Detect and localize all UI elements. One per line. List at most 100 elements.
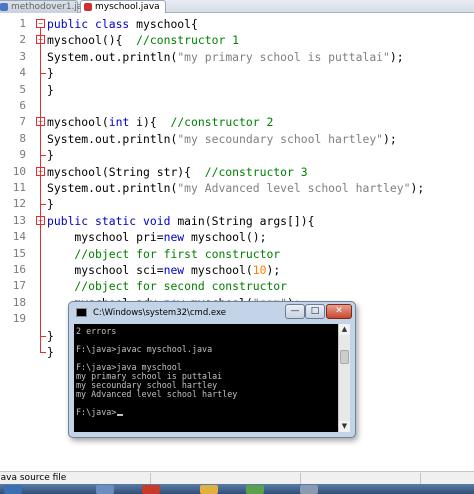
code-text: myschool(int i){ //constructor 2 bbox=[47, 114, 273, 130]
console-line: F:\java> bbox=[76, 407, 124, 417]
code-line[interactable]: 4} bbox=[0, 65, 474, 81]
code-token: } bbox=[47, 66, 54, 81]
code-line[interactable]: 16 myschool sci=new myschool(10); bbox=[0, 262, 474, 278]
code-token: System.out.println( bbox=[47, 181, 178, 195]
fold-end-marker bbox=[40, 204, 46, 206]
code-line[interactable]: 7 myschool(int i){ //constructor 2 bbox=[0, 114, 474, 130]
code-text: myschool sci=new myschool(10); bbox=[47, 262, 280, 278]
code-line[interactable]: 6 bbox=[0, 98, 474, 114]
code-line[interactable]: 11 System.out.println("my Advanced level … bbox=[0, 180, 474, 196]
scroll-thumb[interactable] bbox=[340, 350, 349, 364]
code-text: System.out.println("my secoundary school… bbox=[47, 131, 397, 147]
taskbar-app-icon[interactable] bbox=[300, 485, 318, 494]
status-divider bbox=[420, 473, 421, 484]
code-line[interactable]: 2 myschool(){ //constructor 1 bbox=[0, 32, 474, 48]
console-line: my Advanced level school hartley bbox=[76, 390, 237, 399]
code-keyword: int bbox=[108, 115, 130, 130]
code-text: System.out.println("my primary school is… bbox=[47, 49, 404, 65]
code-keyword: new bbox=[163, 230, 185, 245]
code-token: System.out.println( bbox=[47, 49, 178, 64]
code-token: myschool(String str){ bbox=[47, 164, 205, 179]
code-token: } bbox=[47, 148, 54, 163]
code-string: "my primary school is puttalai" bbox=[177, 49, 390, 64]
code-text: myschool pri=new myschool(); bbox=[47, 229, 266, 245]
code-token: i){ bbox=[129, 115, 171, 130]
code-comment: //object for first constructor bbox=[47, 246, 281, 261]
code-token: System.out.println( bbox=[47, 131, 178, 146]
code-token: ); bbox=[266, 263, 281, 277]
code-text: public class myschool{ bbox=[47, 16, 198, 32]
file-type-label: Java source file bbox=[0, 473, 67, 483]
console-line: F:\java>javac myschool.java bbox=[76, 345, 212, 354]
maximize-button[interactable]: □ bbox=[305, 304, 325, 319]
taskbar-app-icon[interactable] bbox=[96, 485, 114, 494]
start-icon[interactable] bbox=[4, 485, 22, 494]
taskbar-app-icon[interactable] bbox=[142, 485, 160, 494]
console-scrollbar[interactable]: ▲ ▼ bbox=[338, 324, 350, 432]
minimize-button[interactable]: — bbox=[285, 304, 305, 319]
line-number: 8 bbox=[19, 131, 26, 145]
cmd-title: C:\Windows\system32\cmd.exe bbox=[93, 308, 227, 318]
console-text: F:\java> bbox=[76, 407, 117, 417]
scroll-up-icon[interactable]: ▲ bbox=[339, 324, 350, 335]
line-number: 14 bbox=[12, 230, 26, 244]
line-number: 6 bbox=[19, 99, 26, 112]
code-token: myschool( bbox=[47, 115, 109, 130]
tab-bar: methodover1.java myschool.java bbox=[0, 0, 474, 13]
code-comment: //object for second constructor bbox=[47, 279, 288, 294]
line-number: 4 bbox=[19, 66, 26, 80]
code-string: "my secoundary school hartley" bbox=[177, 131, 384, 146]
code-line[interactable]: 1 public class myschool{ bbox=[0, 16, 474, 32]
code-token: } bbox=[47, 328, 54, 343]
line-number: 2 bbox=[19, 33, 26, 47]
code-line[interactable]: 10 myschool(String str){ //constructor 3 bbox=[0, 164, 474, 180]
console-output[interactable]: 2 errors F:\java>javac myschool.java F:\ja… bbox=[74, 324, 350, 432]
line-number: 5 bbox=[19, 82, 26, 96]
code-token: } bbox=[47, 345, 54, 359]
code-comment: //constructor 3 bbox=[204, 164, 308, 179]
code-token: myschool pri= bbox=[47, 230, 164, 245]
code-text: myschool(String str){ //constructor 3 bbox=[47, 164, 308, 180]
code-line[interactable]: 17 //object for second constructor bbox=[0, 278, 474, 294]
code-line[interactable]: 15 //object for first constructor bbox=[0, 246, 474, 262]
taskbar-app-icon[interactable] bbox=[246, 485, 264, 494]
code-line[interactable]: 14 myschool pri=new myschool(); bbox=[0, 229, 474, 245]
cmd-window[interactable]: C:\Windows\system32\cmd.exe — □ ✕ 2 erro… bbox=[68, 301, 356, 438]
code-token: ); bbox=[410, 181, 425, 195]
fold-end-marker bbox=[40, 352, 46, 353]
tab-methodover1[interactable]: methodover1.java bbox=[0, 0, 93, 13]
code-line[interactable]: 9} bbox=[0, 147, 474, 163]
code-line[interactable]: 12} bbox=[0, 196, 474, 212]
fold-end-marker bbox=[40, 155, 46, 157]
code-token: myschool{ bbox=[136, 17, 198, 31]
status-bar: Java source file bbox=[0, 471, 474, 484]
line-number: 10 bbox=[12, 164, 26, 178]
console-text: 2 errors bbox=[76, 326, 117, 336]
file-modified-icon bbox=[84, 3, 92, 11]
code-line[interactable]: 13 public static void main(String args[])… bbox=[0, 213, 474, 229]
code-line[interactable]: 3 System.out.println("my primary school i… bbox=[0, 49, 474, 65]
code-text: System.out.println("my Advanced level sc… bbox=[47, 180, 424, 196]
code-line[interactable]: 5} bbox=[0, 82, 474, 98]
status-divider bbox=[150, 473, 151, 484]
line-number: 7 bbox=[19, 115, 26, 129]
close-button[interactable]: ✕ bbox=[326, 304, 352, 319]
scroll-down-icon[interactable]: ▼ bbox=[339, 421, 350, 432]
fold-toggle-icon[interactable]: − bbox=[36, 19, 45, 28]
taskbar-app-icon[interactable] bbox=[200, 485, 218, 494]
code-text: } bbox=[47, 65, 54, 81]
line-number: 1 bbox=[19, 17, 26, 30]
code-token: ); bbox=[389, 49, 404, 64]
code-number: 10 bbox=[252, 263, 267, 277]
console-text: F:\java>javac myschool.java bbox=[76, 344, 213, 354]
cmd-title-bar[interactable]: C:\Windows\system32\cmd.exe — □ ✕ bbox=[69, 302, 355, 324]
code-token: main(String args[]){ bbox=[177, 213, 315, 228]
fold-end-marker bbox=[40, 335, 46, 337]
code-text: } bbox=[47, 82, 54, 98]
fold-end-marker bbox=[40, 73, 46, 75]
line-number: 3 bbox=[19, 49, 26, 63]
code-line[interactable]: 8 System.out.println("my secoundary schoo… bbox=[0, 131, 474, 147]
line-number: 19 bbox=[12, 312, 26, 326]
code-text: //object for first constructor bbox=[47, 246, 280, 262]
tab-myschool[interactable]: myschool.java bbox=[80, 0, 166, 13]
